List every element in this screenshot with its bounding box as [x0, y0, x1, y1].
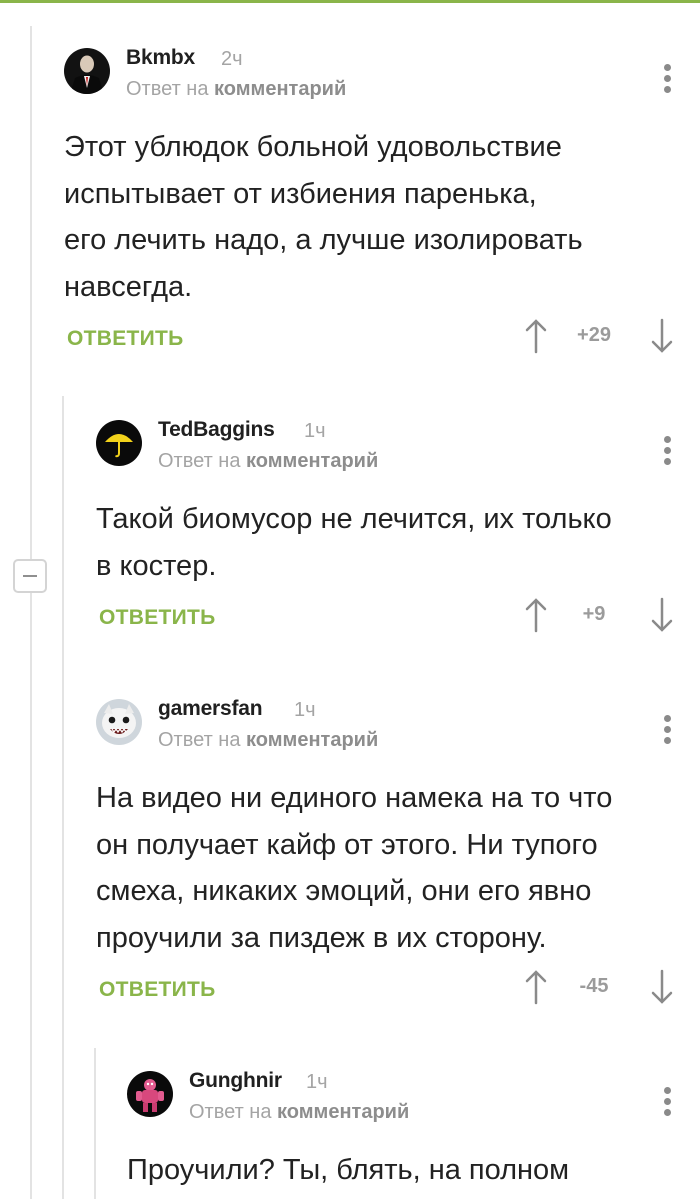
vote-controls: +29 — [524, 318, 674, 358]
reply-target-link[interactable]: комментарий — [246, 729, 378, 751]
comment-text: На видео ни единого намека на то что он … — [96, 782, 613, 954]
more-options-icon[interactable] — [664, 436, 672, 466]
more-options-icon[interactable] — [664, 1087, 672, 1117]
vote-count: +9 — [582, 603, 606, 625]
comment-time: 1ч — [306, 1071, 328, 1093]
more-options-icon[interactable] — [664, 715, 672, 745]
comment-text: Этот ублюдок больной удовольствие испыты… — [64, 131, 583, 303]
comment-author[interactable]: Bkmbx — [126, 46, 195, 70]
hitman-avatar-icon[interactable] — [64, 48, 110, 94]
thread-line-level-0 — [30, 26, 32, 1199]
vote-count: -45 — [579, 975, 609, 997]
reply-to-line: Ответ на комментарий — [158, 450, 378, 473]
reply-to-line: Ответ на комментарий — [158, 729, 378, 752]
collapse-thread-button[interactable] — [13, 559, 47, 593]
comment-gamersfan: gamersfan 1ч Ответ на комментарий На вид… — [96, 697, 700, 1019]
reply-button[interactable]: ОТВЕТИТЬ — [99, 978, 216, 1002]
comment-time: 1ч — [294, 699, 316, 721]
yellow-umbrella-avatar-icon[interactable] — [96, 420, 142, 466]
comment-time: 1ч — [304, 420, 326, 442]
vote-controls: +9 — [524, 597, 674, 637]
reply-prefix: Ответ на — [158, 450, 241, 472]
comment-time: 2ч — [221, 48, 243, 70]
comment-text: Проучили? Ты, блять, на полном — [127, 1154, 570, 1186]
vote-count: +29 — [577, 324, 611, 346]
downvote-arrow-icon[interactable] — [650, 597, 674, 633]
downvote-arrow-icon[interactable] — [650, 969, 674, 1005]
upvote-arrow-icon[interactable] — [524, 318, 548, 354]
reply-target-link[interactable]: комментарий — [277, 1101, 409, 1123]
comment-author[interactable]: Gunghnir — [189, 1069, 282, 1093]
reply-to-line: Ответ на комментарий — [126, 78, 346, 101]
white-creature-avatar-icon[interactable] — [96, 699, 142, 745]
reply-button[interactable]: ОТВЕТИТЬ — [67, 327, 184, 351]
top-accent-bar — [0, 0, 700, 3]
reply-prefix: Ответ на — [158, 729, 241, 751]
upvote-arrow-icon[interactable] — [524, 597, 548, 633]
comment-gunghnir: Gunghnir 1ч Ответ на комментарий Проучил… — [127, 1069, 700, 1199]
comment-text: Такой биомусор не лечится, их только в к… — [96, 503, 612, 582]
reply-button[interactable]: ОТВЕТИТЬ — [99, 606, 216, 630]
upvote-arrow-icon[interactable] — [524, 969, 548, 1005]
reply-target-link[interactable]: комментарий — [214, 78, 346, 100]
reply-target-link[interactable]: комментарий — [246, 450, 378, 472]
more-options-icon[interactable] — [664, 64, 672, 94]
pink-monster-avatar-icon[interactable] — [127, 1071, 173, 1117]
thread-line-level-1 — [62, 396, 64, 1199]
minus-icon — [23, 575, 37, 577]
comment-bkmbx: Bkmbx 2ч Ответ на комментарий Этот ублюд… — [64, 46, 700, 368]
comment-author[interactable]: TedBaggins — [158, 418, 275, 442]
reply-prefix: Ответ на — [126, 78, 209, 100]
thread-line-level-2 — [94, 1048, 96, 1199]
comment-tedbaggins: TedBaggins 1ч Ответ на комментарий Такой… — [96, 418, 700, 650]
comment-author[interactable]: gamersfan — [158, 697, 263, 721]
vote-controls: -45 — [524, 969, 674, 1009]
reply-prefix: Ответ на — [189, 1101, 272, 1123]
downvote-arrow-icon[interactable] — [650, 318, 674, 354]
reply-to-line: Ответ на комментарий — [189, 1101, 409, 1124]
